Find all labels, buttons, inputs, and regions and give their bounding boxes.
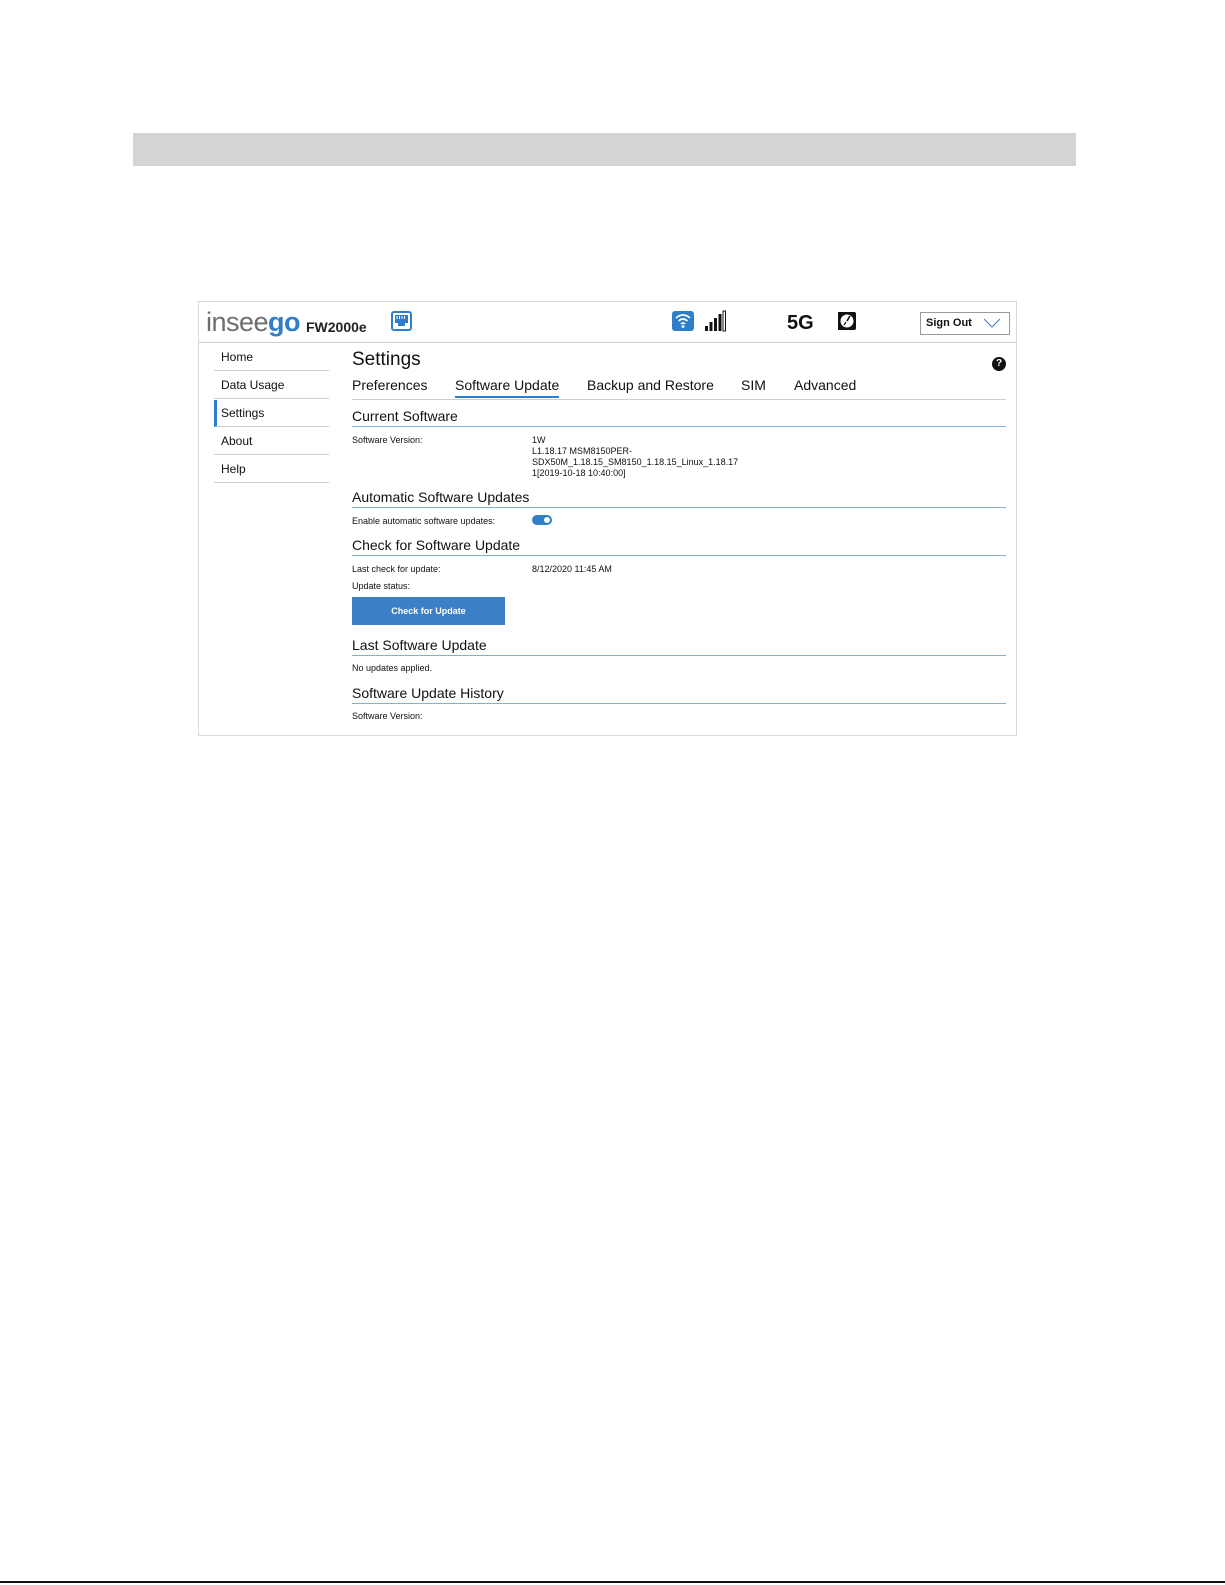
last-check-value: 8/12/2020 11:45 AM: [532, 564, 612, 574]
sidebar-nav: Home Data Usage Settings About Help: [214, 344, 329, 483]
software-version-line-3: SDX50M_1.18.15_SM8150_1.18.15_Linux_1.18…: [532, 457, 739, 467]
speed-icon[interactable]: [835, 311, 857, 331]
auto-updates-toggle[interactable]: [532, 515, 552, 525]
last-check-label: Last check for update:: [352, 564, 441, 574]
tab-software-update[interactable]: Software Update: [455, 377, 560, 398]
ethernet-icon[interactable]: [391, 311, 412, 331]
sign-out-button[interactable]: Sign Out: [920, 312, 1010, 335]
current-software-heading: Current Software: [352, 408, 1006, 427]
software-version-line-2: L1.18.17 MSM8150PER-: [532, 446, 633, 456]
enable-auto-updates-label: Enable automatic software updates:: [352, 516, 496, 526]
history-software-version-label: Software Version:: [352, 711, 423, 721]
wifi-icon[interactable]: [672, 311, 694, 331]
check-update-heading: Check for Software Update: [352, 537, 1006, 556]
sidebar-item-data-usage[interactable]: Data Usage: [214, 372, 329, 399]
no-updates-text: No updates applied.: [352, 663, 433, 673]
tab-advanced[interactable]: Advanced: [794, 377, 856, 393]
tab-backup-and-restore[interactable]: Backup and Restore: [587, 377, 714, 393]
app-header: inseego FW2000e 5G Sign Out: [199, 302, 1016, 343]
software-version-line-4: 1[2019-10-18 10:40:00]: [532, 468, 626, 478]
device-model: FW2000e: [306, 319, 367, 335]
tab-preferences[interactable]: Preferences: [352, 377, 427, 393]
update-history-heading: Software Update History: [352, 685, 1006, 704]
top-banner-bar: [133, 133, 1076, 166]
update-status-label: Update status:: [352, 581, 411, 591]
router-admin-window: inseego FW2000e 5G Sign Out Home Data Us…: [198, 301, 1017, 736]
page-bottom-rule: [0, 1581, 1225, 1583]
sidebar-item-home[interactable]: Home: [214, 344, 329, 371]
signal-icon[interactable]: [704, 310, 726, 332]
toggle-knob: [544, 517, 550, 523]
help-icon[interactable]: ?: [992, 357, 1006, 371]
software-version-label: Software Version:: [352, 435, 423, 445]
sign-out-label: Sign Out: [926, 317, 972, 329]
software-version-line-1: 1W: [532, 435, 546, 445]
chevron-down-icon: [983, 318, 1001, 328]
auto-updates-heading: Automatic Software Updates: [352, 489, 1006, 508]
sidebar-item-about[interactable]: About: [214, 428, 329, 455]
settings-tabs: Preferences Software Update Backup and R…: [352, 377, 1006, 400]
page-title: Settings: [352, 349, 421, 370]
network-type-badge: 5G: [787, 312, 814, 334]
sidebar-item-help[interactable]: Help: [214, 456, 329, 483]
sidebar-item-settings[interactable]: Settings: [214, 400, 329, 427]
check-for-update-button[interactable]: Check for Update: [352, 597, 505, 625]
inseego-logo[interactable]: inseego: [206, 305, 301, 339]
last-update-heading: Last Software Update: [352, 637, 1006, 656]
tab-sim[interactable]: SIM: [741, 377, 766, 393]
